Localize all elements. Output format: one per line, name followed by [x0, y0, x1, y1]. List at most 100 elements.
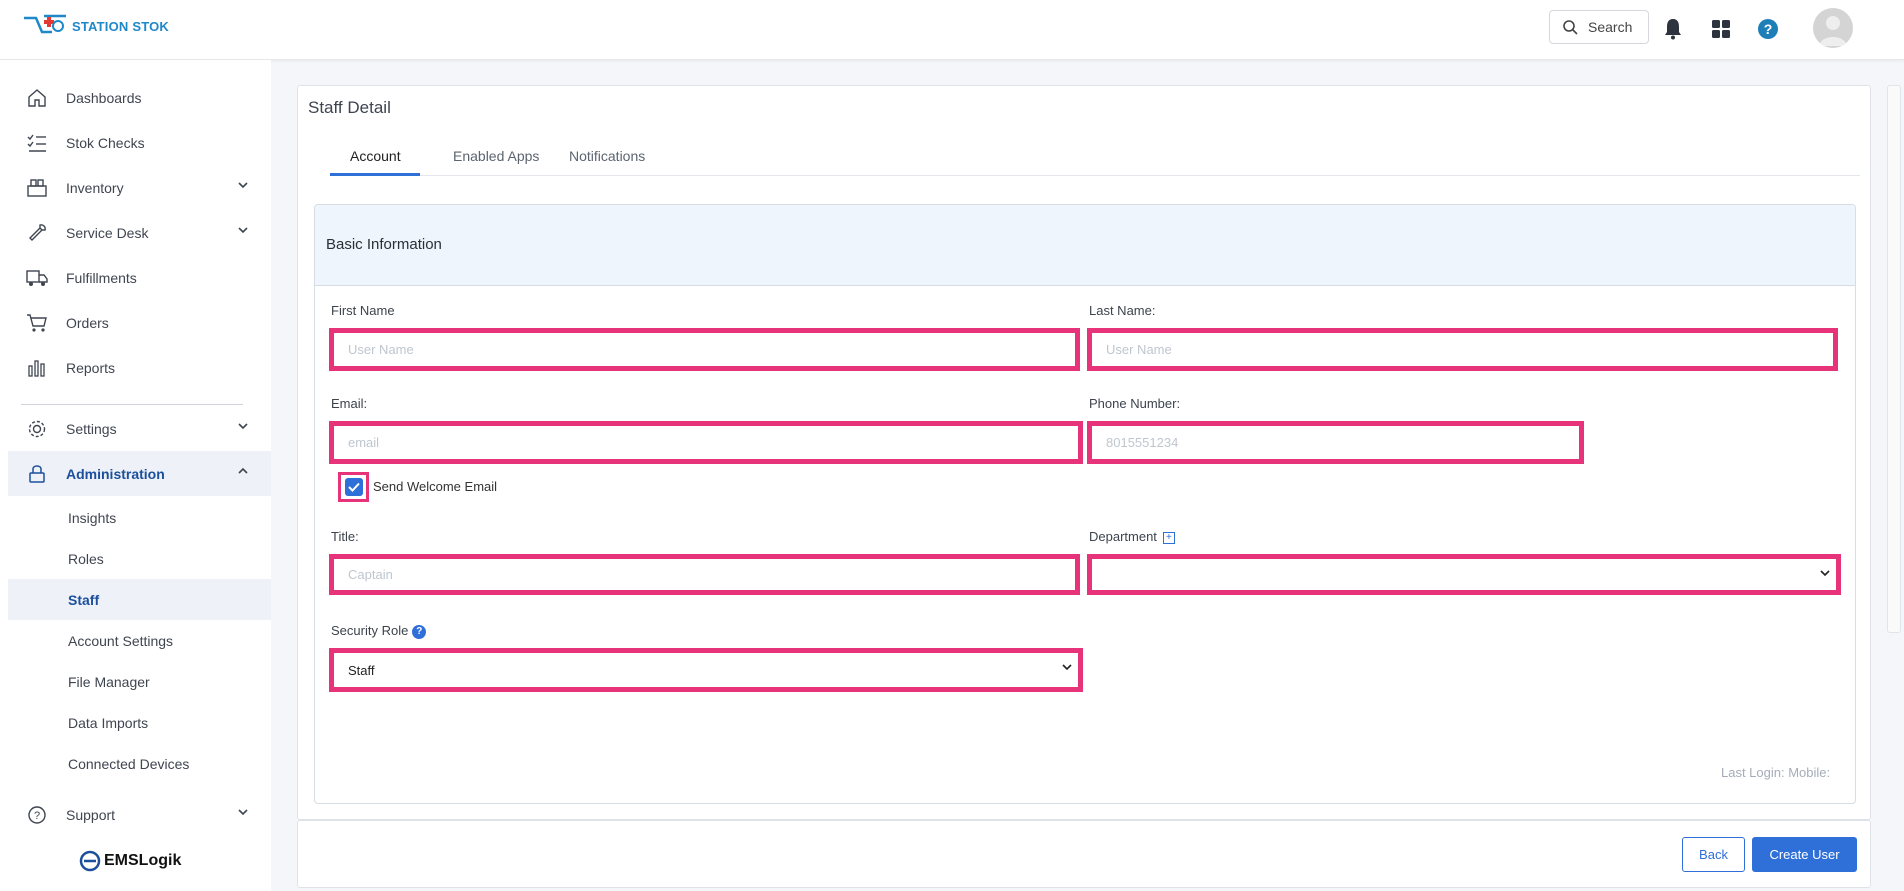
chevron-down-icon — [1820, 570, 1830, 577]
active-tab-indicator — [330, 173, 420, 176]
emslogik-brand: EMSLogik — [104, 852, 182, 869]
phone-number-input[interactable] — [1091, 425, 1580, 460]
email-field[interactable] — [333, 425, 1079, 460]
sidebar-subitem-label: Account Settings — [68, 632, 174, 649]
sidebar-item-inventory[interactable]: Inventory — [8, 165, 271, 210]
sidebar-subitem-label: Connected Devices — [68, 755, 190, 772]
email-label: Email: — [331, 396, 368, 411]
chevron-down-icon — [1062, 664, 1072, 671]
title-input[interactable] — [333, 558, 1076, 591]
svg-text:?: ? — [34, 810, 40, 822]
wrench-icon — [29, 224, 46, 241]
section-title: Basic Information — [326, 236, 442, 253]
sidebar-item-settings[interactable]: Settings — [8, 406, 271, 451]
first-name-input[interactable] — [333, 332, 1076, 367]
tab-enabled-apps[interactable]: Enabled Apps — [453, 148, 539, 164]
sidebar-item-service-desk[interactable]: Service Desk — [8, 210, 271, 255]
title-field-wrapper — [329, 554, 1080, 595]
back-button[interactable]: Back — [1682, 837, 1745, 872]
sidebar-item-stok-checks[interactable]: Stok Checks — [8, 120, 271, 165]
department-field-wrapper — [1087, 554, 1841, 595]
tab-bar: Account Enabled Apps Notifications — [330, 126, 1860, 176]
search-button[interactable]: Search — [1549, 10, 1649, 44]
chevron-up-icon — [238, 467, 248, 474]
sidebar-item-administration[interactable]: Administration — [8, 451, 271, 496]
send-welcome-email-label[interactable]: Send Welcome Email — [373, 479, 497, 494]
bell-icon[interactable] — [1662, 18, 1684, 40]
cart-icon — [27, 314, 47, 332]
question-circle-icon: ? — [28, 806, 46, 824]
station-stok-logo-icon — [24, 14, 66, 34]
sidebar-item-reports[interactable]: Reports — [8, 345, 271, 390]
first-name-label: First Name — [331, 303, 395, 318]
sidebar-subitem-insights[interactable]: Insights — [8, 497, 271, 538]
sidebar-item-label: Settings — [66, 420, 117, 437]
sidebar-subitem-account-settings[interactable]: Account Settings — [8, 620, 271, 661]
last-name-input[interactable] — [1091, 332, 1834, 367]
station-stok-logo[interactable]: STATION STOK — [22, 14, 169, 38]
tab-account[interactable]: Account — [350, 148, 401, 164]
sidebar-item-dashboards[interactable]: Dashboards — [8, 75, 271, 120]
sidebar-item-label: Fulfillments — [66, 269, 137, 286]
add-department-icon[interactable]: + — [1162, 532, 1175, 544]
section-header: Basic Information — [315, 205, 1855, 286]
lock-icon — [29, 465, 45, 483]
sidebar-subitem-label: Data Imports — [68, 714, 149, 731]
sidebar-item-support[interactable]: ? Support — [8, 792, 271, 837]
phone-number-field-wrapper — [1087, 421, 1584, 464]
avatar[interactable] — [1813, 8, 1853, 48]
page-title: Staff Detail — [308, 98, 391, 117]
chevron-down-icon — [238, 423, 248, 430]
brand-name: STATION STOK — [72, 18, 170, 34]
sidebar-item-label: Dashboards — [66, 89, 142, 106]
tab-notifications[interactable]: Notifications — [569, 148, 645, 164]
department-label: Department + — [1089, 529, 1175, 544]
search-icon — [1563, 20, 1578, 35]
first-name-field-wrapper — [329, 328, 1080, 371]
sidebar-item-label: Orders — [66, 314, 109, 331]
checkmark-icon — [347, 482, 360, 492]
security-role-label-text: Security Role — [331, 623, 409, 638]
security-role-label: Security Role? — [331, 623, 427, 639]
top-header: STATION STOK Search ? — [0, 0, 1904, 60]
department-select[interactable] — [1091, 558, 1837, 591]
home-icon — [28, 89, 46, 107]
emslogik-logo: EMSLogik — [78, 850, 181, 872]
svg-text:?: ? — [1764, 21, 1773, 37]
basic-information-section: Basic Information First Name Last Name: … — [314, 204, 1856, 804]
sidebar-subitem-connected-devices[interactable]: Connected Devices — [8, 743, 271, 784]
security-role-help-icon[interactable]: ? — [412, 625, 427, 639]
sidebar-divider — [21, 404, 243, 405]
search-label: Search — [1588, 19, 1633, 35]
email-field-wrapper — [329, 421, 1083, 464]
chevron-down-icon — [238, 809, 248, 816]
sidebar-item-label: Stok Checks — [66, 134, 145, 151]
security-role-field-wrapper: Staff — [329, 648, 1083, 692]
sidebar-item-label: Administration — [66, 465, 165, 482]
sidebar-item-fulfillments[interactable]: Fulfillments — [8, 255, 271, 300]
sidebar-item-label: Service Desk — [66, 224, 149, 241]
emslogik-logo-icon — [79, 850, 101, 872]
create-user-button[interactable]: Create User — [1752, 837, 1857, 872]
bar-chart-icon — [28, 360, 45, 377]
chevron-down-icon — [238, 227, 248, 234]
page-scrollbar[interactable] — [1887, 85, 1901, 633]
gear-icon — [28, 420, 46, 438]
sidebar-subitem-staff[interactable]: Staff — [8, 579, 271, 620]
truck-icon — [26, 270, 48, 286]
help-icon[interactable]: ? — [1757, 18, 1779, 40]
security-role-select[interactable]: Staff — [333, 652, 1079, 688]
last-login-info: Last Login: Mobile: — [1721, 765, 1831, 780]
apps-grid-icon[interactable] — [1710, 18, 1732, 40]
sidebar-subitem-label: Roles — [68, 550, 104, 567]
staff-detail-card: Staff Detail Account Enabled Apps Notifi… — [297, 85, 1871, 820]
department-label-text: Department — [1089, 529, 1157, 544]
send-welcome-email-checkbox[interactable] — [344, 478, 363, 496]
sidebar-subitem-roles[interactable]: Roles — [8, 538, 271, 579]
sidebar-subitem-file-manager[interactable]: File Manager — [8, 661, 271, 702]
security-role-select-value: Staff — [348, 662, 375, 678]
sidebar-subitem-data-imports[interactable]: Data Imports — [8, 702, 271, 743]
sidebar-item-orders[interactable]: Orders — [8, 300, 271, 345]
title-label: Title: — [331, 529, 359, 544]
boxes-icon — [27, 179, 47, 197]
